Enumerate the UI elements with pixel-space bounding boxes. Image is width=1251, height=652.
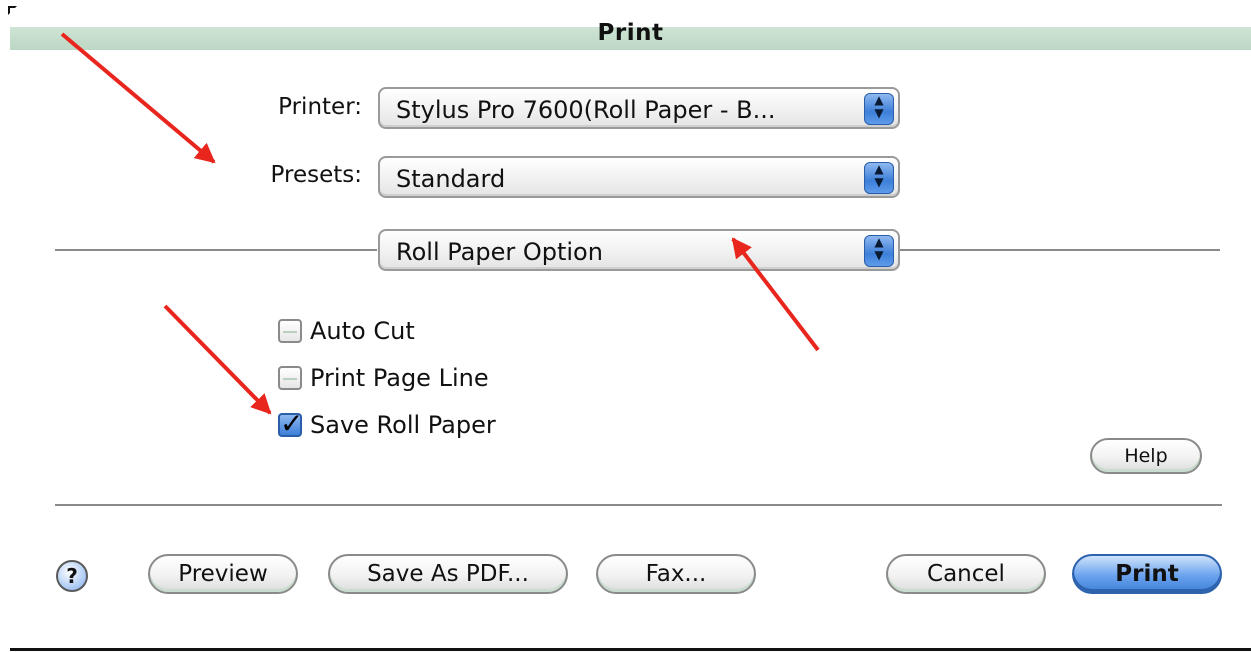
print-page-line-label: Print Page Line <box>310 364 489 392</box>
preview-button[interactable]: Preview <box>148 554 298 594</box>
save-roll-paper-checkbox[interactable]: ✓ <box>278 407 303 440</box>
presets-label: Presets: <box>270 162 362 188</box>
panel-divider-left <box>55 249 377 251</box>
fax-button[interactable]: Fax... <box>596 554 756 594</box>
printer-popup-value: Stylus Pro 7600(Roll Paper - B... <box>396 96 776 124</box>
up-down-arrows-icon: ▲ ▼ <box>864 93 894 125</box>
presets-popup-value: Standard <box>396 165 506 193</box>
window-titlebar[interactable]: Print <box>10 8 1251 50</box>
help-circle-button[interactable]: ? <box>56 560 88 592</box>
up-down-arrows-icon: ▲ ▼ <box>864 162 894 194</box>
auto-cut-option[interactable]: Auto Cut <box>278 314 415 348</box>
panel-popup-value: Roll Paper Option <box>396 238 603 266</box>
arrow-to-save-roll-paper <box>163 304 272 415</box>
arrow-to-presets <box>60 32 216 164</box>
auto-cut-checkbox[interactable] <box>278 319 302 343</box>
help-button[interactable]: Help <box>1090 438 1202 474</box>
print-button[interactable]: Print <box>1072 554 1222 594</box>
window-title: Print <box>597 20 664 46</box>
cancel-button[interactable]: Cancel <box>886 554 1046 594</box>
window-bottom-edge <box>10 648 1251 651</box>
checkmark-icon: ✓ <box>280 407 304 440</box>
bottom-divider <box>55 504 1222 506</box>
up-down-arrows-icon: ▲ ▼ <box>864 235 894 267</box>
save-as-pdf-button[interactable]: Save As PDF... <box>328 554 568 594</box>
save-roll-paper-label: Save Roll Paper <box>310 411 496 439</box>
printer-label: Printer: <box>278 94 362 120</box>
printer-popup[interactable]: Stylus Pro 7600(Roll Paper - B... ▲ ▼ <box>378 87 900 129</box>
panel-popup[interactable]: Roll Paper Option ▲ ▼ <box>378 229 900 271</box>
presets-popup[interactable]: Standard ▲ ▼ <box>378 156 900 198</box>
panel-divider-right <box>900 249 1220 251</box>
print-page-line-checkbox[interactable] <box>278 366 302 390</box>
save-roll-paper-option[interactable]: ✓ Save Roll Paper <box>278 407 496 442</box>
auto-cut-label: Auto Cut <box>310 317 415 345</box>
print-page-line-option[interactable]: Print Page Line <box>278 361 489 395</box>
